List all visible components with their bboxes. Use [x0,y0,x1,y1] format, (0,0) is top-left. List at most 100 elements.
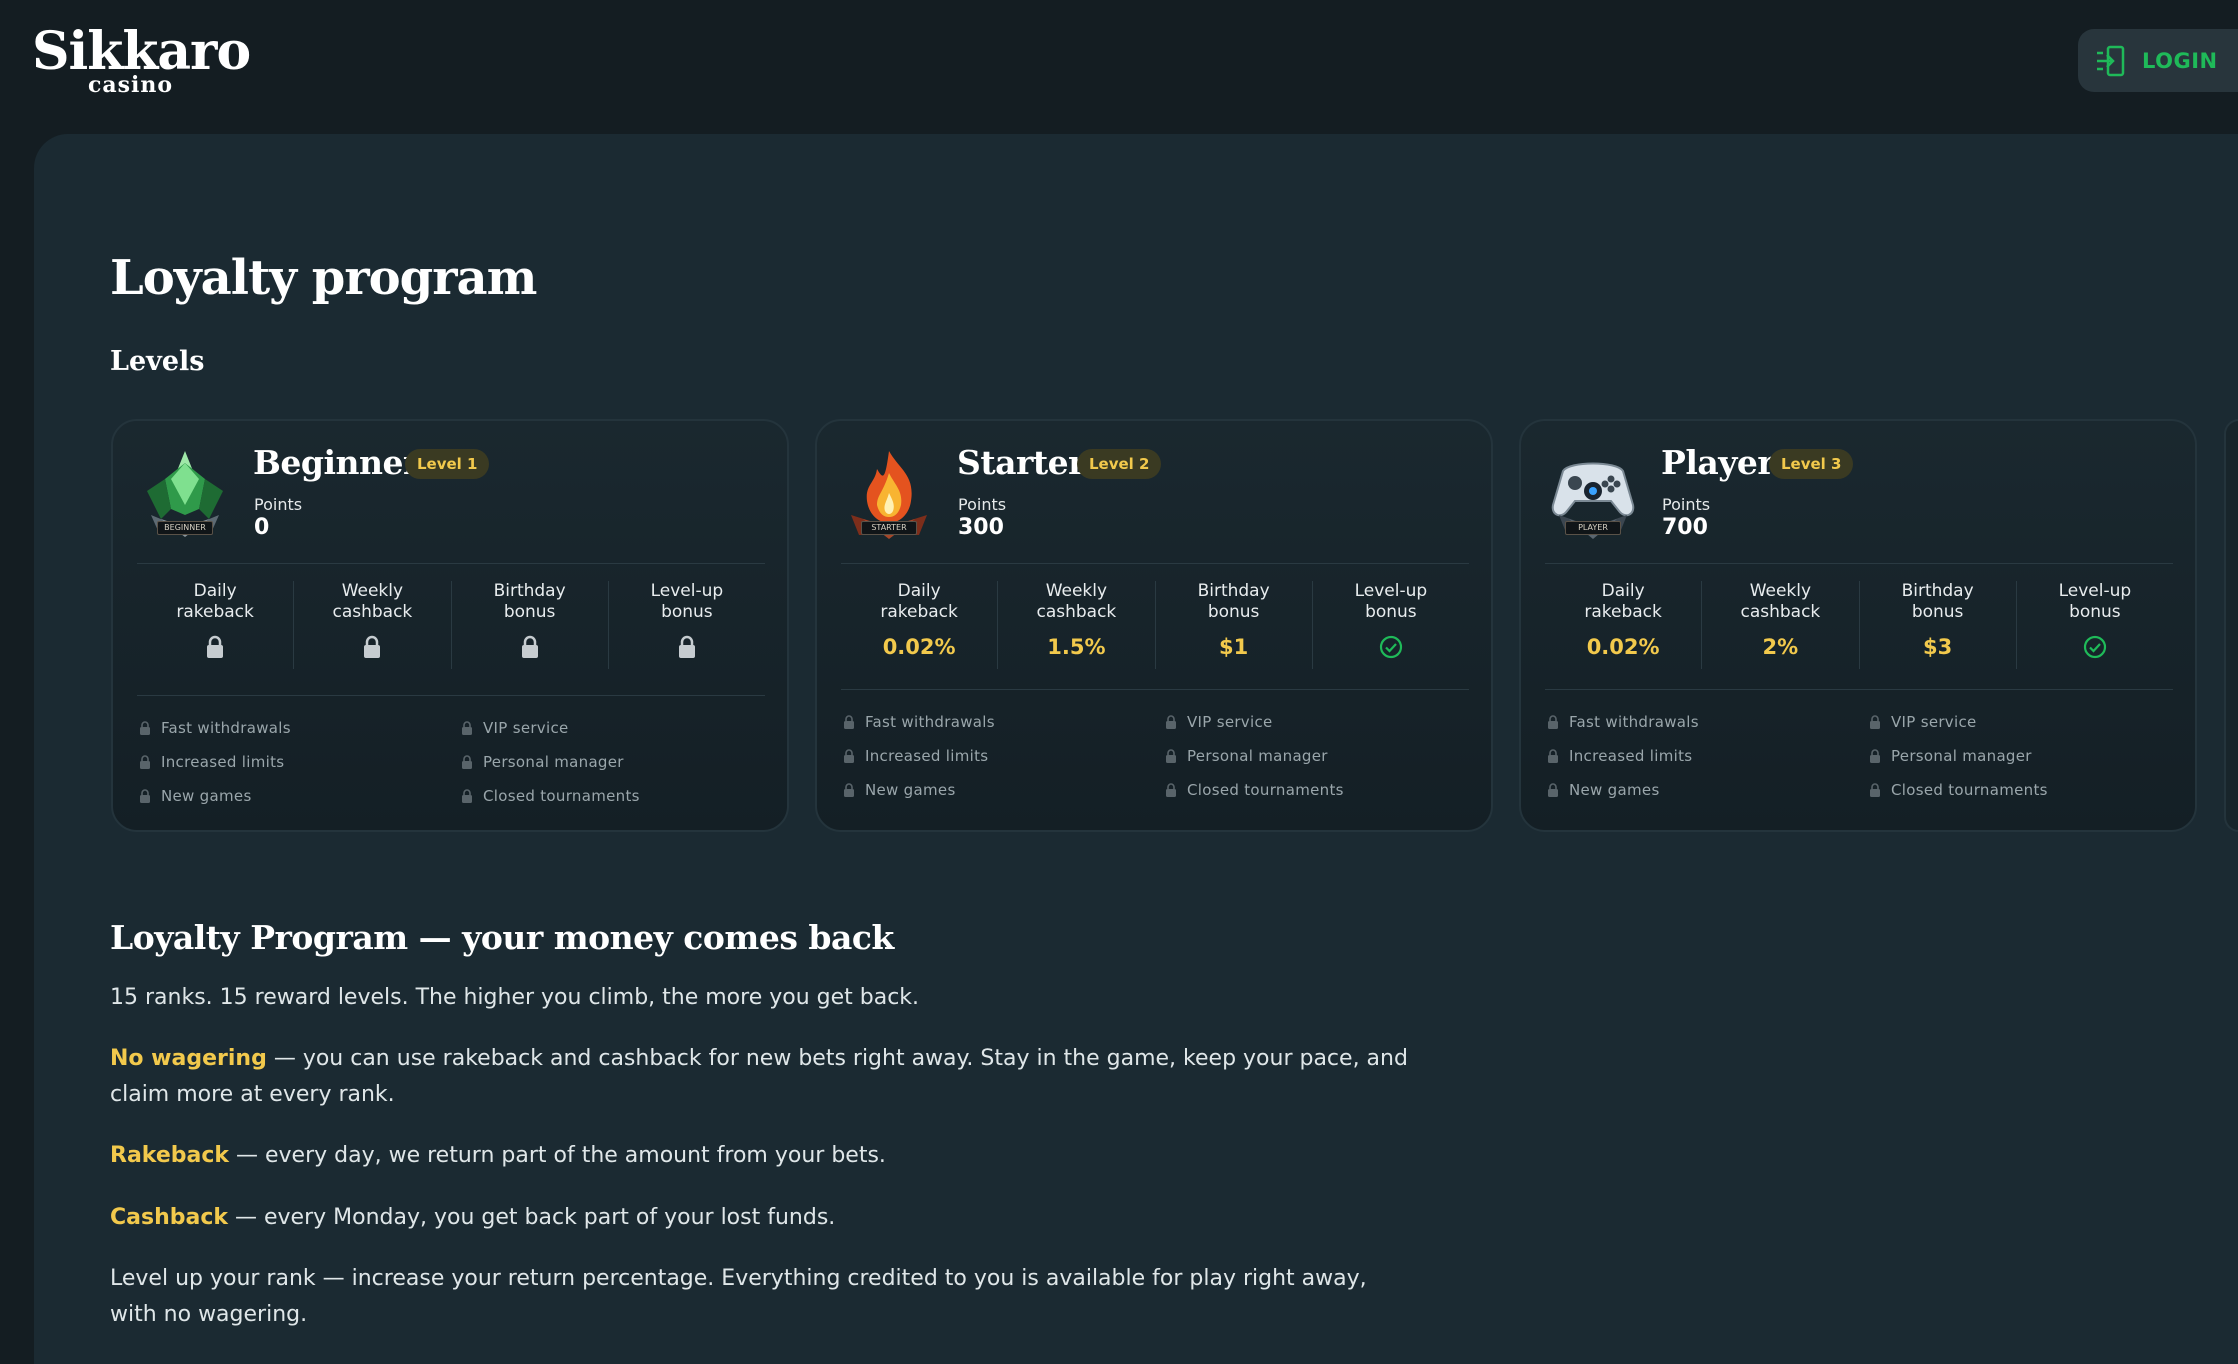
perk-item: Personal manager [1869,747,2032,765]
perk-item: Closed tournaments [461,787,640,805]
levels-heading: Levels [110,346,205,377]
perk-label: Personal manager [1891,747,2032,765]
login-icon [2097,45,2125,76]
badge-caption: BEGINNER [157,521,213,535]
perk-item: Personal manager [461,753,624,771]
stats-row: Daily rakeback 0.02% Weekly cashback 2% … [1545,581,2173,691]
perk-label: Personal manager [483,753,624,771]
intro-paragraph: 15 ranks. 15 reward levels. The higher y… [110,985,920,1010]
perk-label: New games [1569,781,1660,799]
level-card-starter: STARTER Starter Level 2 Points 300 Daily… [815,419,1493,832]
perk-item: Increased limits [1547,747,1692,765]
lock-icon [1548,715,1558,729]
stat-label: Daily rakeback [880,581,958,622]
stat-label: Birthday bonus [1197,581,1270,622]
lock-icon [844,749,854,763]
badge-caption: STARTER [861,521,917,535]
check-circle-icon [1379,635,1403,661]
lock-icon [140,755,150,769]
points-label: Points [254,495,303,514]
perks-list: Fast withdrawals VIP service Increased l… [843,713,1483,813]
points-value: 0 [254,515,270,540]
page-title: Loyalty program [110,250,537,306]
stat-value: 1.5% [1047,635,1106,659]
stat-label: Level-up bonus [650,581,724,622]
stat-label: Daily rakeback [1584,581,1662,622]
level-pill: Level 3 [1769,449,1854,479]
perk-label: New games [161,787,252,805]
level-card-next-partial[interactable] [2224,419,2238,832]
login-button[interactable]: LOGIN [2078,29,2238,92]
stat-value: 2% [1762,635,1799,659]
stat-daily-rakeback: Daily rakeback 0.02% [1545,581,1703,669]
loyalty-heading: Loyalty Program — your money comes back [110,918,894,957]
perk-label: Fast withdrawals [161,719,291,737]
card-divider [841,689,1469,690]
level-card-player: PLAYER Player Level 3 Points 700 Daily r… [1519,419,2197,832]
cashback-term: Cashback [110,1205,229,1230]
cashback-text: — every Monday, you get back part of you… [228,1205,836,1230]
stat-daily-rakeback: Daily rakeback [137,581,295,669]
perks-list: Fast withdrawals VIP service Increased l… [139,719,779,819]
stat-value: $1 [1219,635,1249,659]
points-label: Points [1662,495,1711,514]
logo-subtitle: casino [88,72,174,98]
perk-item: Personal manager [1165,747,1328,765]
perk-item: Fast withdrawals [843,713,995,731]
stats-row: Daily rakeback Weekly cashback Birthday … [137,581,765,691]
card-divider [137,563,765,564]
level-pill: Level 1 [405,449,490,479]
points-label: Points [958,495,1007,514]
lock-icon [140,721,150,735]
stat-level-up-bonus: Level-up bonus [609,581,765,669]
stat-label: Level-up bonus [2058,581,2132,622]
perk-label: Increased limits [865,747,989,765]
perk-label: VIP service [1187,713,1273,731]
perk-item: VIP service [1165,713,1273,731]
card-divider [1545,563,2173,564]
perk-item: New games [1547,781,1660,799]
no-wagering-paragraph: No wagering — you can use rakeback and c… [110,1041,1410,1113]
perk-label: Fast withdrawals [865,713,995,731]
lock-icon [362,635,382,661]
login-label: LOGIN [2142,48,2218,73]
perks-list: Fast withdrawals VIP service Increased l… [1547,713,2187,813]
stat-label: Weekly cashback [332,581,413,622]
perk-label: Increased limits [161,753,285,771]
lock-icon [1166,783,1176,797]
perk-item: Closed tournaments [1165,781,1344,799]
card-divider [137,695,765,696]
stat-label: Weekly cashback [1036,581,1117,622]
lock-icon [1548,749,1558,763]
points-value: 300 [958,515,1004,540]
stat-label: Daily rakeback [176,581,254,622]
points-value: 700 [1662,515,1708,540]
stat-label: Level-up bonus [1354,581,1428,622]
lock-icon [677,635,697,661]
lock-icon [462,755,472,769]
badge-caption: PLAYER [1565,521,1621,535]
stat-birthday-bonus: Birthday bonus $1 [1156,581,1313,669]
lock-icon [1870,783,1880,797]
lock-icon [205,635,225,661]
perk-item: New games [139,787,252,805]
level-card-beginner: BEGINNER Beginner Level 1 Points 0 Daily… [111,419,789,832]
level-name: Beginner [253,443,420,482]
stat-value: 0.02% [882,635,956,659]
stat-label: Weekly cashback [1740,581,1821,622]
perk-item: VIP service [1869,713,1977,731]
site-logo[interactable]: Sikkaro casino [32,22,251,102]
lock-icon [462,721,472,735]
lock-icon [140,789,150,803]
perk-item: Closed tournaments [1869,781,2048,799]
stat-weekly-cashback: Weekly cashback [294,581,452,669]
perk-item: New games [843,781,956,799]
perk-item: Increased limits [139,753,284,771]
level-up-paragraph: Level up your rank — increase your retur… [110,1266,1367,1327]
stat-value: $3 [1923,635,1953,659]
level-pill: Level 2 [1077,449,1162,479]
stat-label: Birthday bonus [493,581,566,622]
lock-icon [1166,749,1176,763]
perk-label: VIP service [1891,713,1977,731]
perk-label: Closed tournaments [483,787,640,805]
